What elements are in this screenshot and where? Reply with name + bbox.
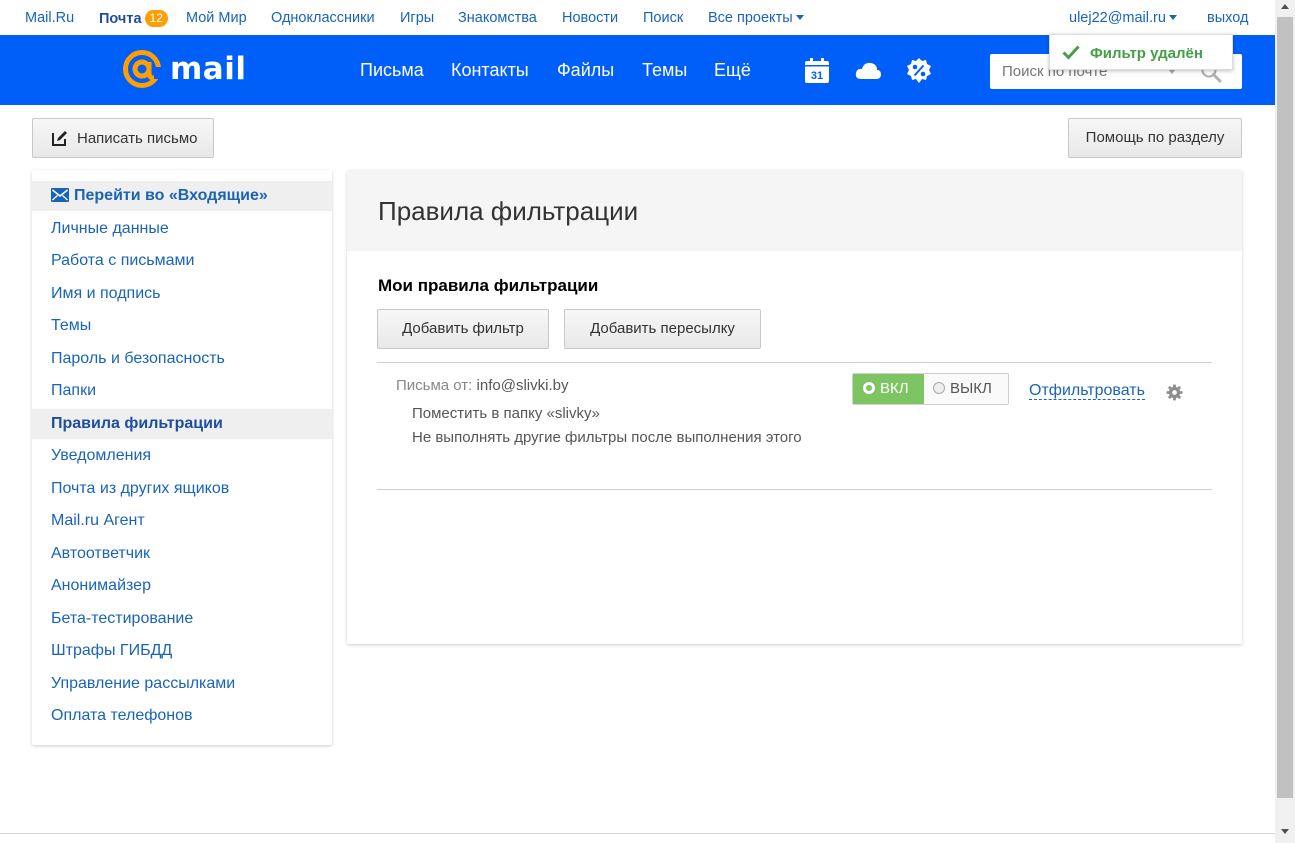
- nav-contacts[interactable]: Контакты: [451, 60, 529, 81]
- compose-button[interactable]: Написать письмо: [32, 118, 214, 158]
- add-forward-button[interactable]: Добавить пересылку: [564, 309, 761, 349]
- discount-icon[interactable]: [905, 57, 933, 85]
- sidebar-item-anonymizer[interactable]: Анонимайзер: [32, 571, 332, 601]
- rule-toggle: ВКЛ ВЫКЛ: [852, 373, 1009, 405]
- section-help-button[interactable]: Помощь по разделу: [1068, 118, 1242, 158]
- user-menu[interactable]: ulej22@mail.ru: [1069, 10, 1177, 26]
- toggle-on-label: ВКЛ: [880, 380, 909, 397]
- portal-link-games[interactable]: Игры: [400, 10, 434, 26]
- sidebar-item-traffic-fines[interactable]: Штрафы ГИБДД: [32, 636, 332, 666]
- sidebar-item-personal-data[interactable]: Личные данные: [32, 214, 332, 244]
- envelope-icon: [51, 188, 69, 202]
- radio-empty-icon: [933, 382, 945, 394]
- scroll-thumb[interactable]: [1277, 17, 1293, 798]
- portal-link-news[interactable]: Новости: [562, 10, 618, 26]
- rule-action-stop: Не выполнять другие фильтры после выполн…: [412, 429, 802, 446]
- portal-link-search[interactable]: Поиск: [643, 10, 683, 26]
- divider: [377, 489, 1212, 490]
- filter-rules-panel: Правила фильтрации Мои правила фильтраци…: [347, 170, 1242, 644]
- filter-deleted-toast: Фильтр удалён: [1049, 34, 1233, 70]
- page-scrollbar[interactable]: [1275, 0, 1295, 843]
- portal-bar: Mail.Ru Почта 12 Мой Мир Одноклассники Иг…: [0, 0, 1275, 35]
- calendar-icon[interactable]: 31: [803, 57, 831, 85]
- sidebar-item-name-signature[interactable]: Имя и подпись: [32, 279, 332, 309]
- checkmark-icon: [1062, 45, 1080, 60]
- sidebar-item-phone-payment[interactable]: Оплата телефонов: [32, 701, 332, 731]
- sidebar-item-mail-handling[interactable]: Работа с письмами: [32, 246, 332, 276]
- sidebar-item-newsletters[interactable]: Управление рассылками: [32, 669, 332, 699]
- go-to-inbox-link[interactable]: Перейти во «Входящие»: [32, 181, 332, 211]
- logout-link[interactable]: выход: [1207, 10, 1248, 26]
- nav-letters[interactable]: Письма: [360, 60, 424, 81]
- all-projects-label: Все проекты: [708, 10, 793, 26]
- nav-themes[interactable]: Темы: [642, 60, 687, 81]
- scroll-down-arrow-icon[interactable]: [1281, 829, 1289, 834]
- add-filter-button[interactable]: Добавить фильтр: [377, 309, 549, 349]
- settings-sidebar: Перейти во «Входящие» Личные данные Рабо…: [32, 170, 332, 745]
- toast-text: Фильтр удалён: [1090, 45, 1203, 62]
- unread-badge: 12: [144, 10, 168, 27]
- page-title: Правила фильтрации: [378, 196, 639, 226]
- chevron-down-icon: [1168, 15, 1177, 20]
- portal-link-ok[interactable]: Одноклассники: [271, 10, 375, 26]
- rule-action-move: Поместить в папку «slivky»: [412, 405, 600, 422]
- rule-condition: Письма от: info@slivki.by: [396, 377, 568, 394]
- compose-label: Написать письмо: [77, 130, 198, 147]
- gear-icon[interactable]: [1166, 384, 1183, 401]
- my-rules-heading: Мои правила фильтрации: [378, 276, 599, 295]
- sidebar-item-autoresponder[interactable]: Автоответчик: [32, 539, 332, 569]
- portal-link-myworld[interactable]: Мой Мир: [186, 10, 247, 26]
- footer-divider: [0, 833, 1275, 834]
- portal-link-dating[interactable]: Знакомства: [458, 10, 537, 26]
- compose-pen-icon: [52, 131, 67, 146]
- toggle-on-button[interactable]: ВКЛ: [853, 374, 924, 404]
- mail-logo[interactable]: mail: [122, 49, 246, 89]
- nav-more[interactable]: Ещё: [714, 60, 751, 81]
- sidebar-item-other-mailboxes[interactable]: Почта из других ящиков: [32, 474, 332, 504]
- panel-header: Правила фильтрации: [347, 170, 1242, 251]
- sidebar-item-themes[interactable]: Темы: [32, 311, 332, 341]
- portal-link-mailru[interactable]: Mail.Ru: [25, 10, 74, 26]
- divider: [377, 362, 1212, 363]
- scroll-up-arrow-icon[interactable]: [1281, 4, 1289, 9]
- go-to-inbox-label: Перейти во «Входящие»: [74, 187, 268, 204]
- rule-from-value: info@slivki.by: [476, 377, 569, 394]
- toggle-off-button[interactable]: ВЫКЛ: [924, 374, 1009, 404]
- sidebar-item-beta-testing[interactable]: Бета-тестирование: [32, 604, 332, 634]
- apply-filter-link[interactable]: Отфильтровать: [1029, 382, 1145, 400]
- nav-files[interactable]: Файлы: [557, 60, 614, 81]
- sidebar-item-notifications[interactable]: Уведомления: [32, 441, 332, 471]
- logo-text: mail: [170, 51, 247, 87]
- sidebar-item-filter-rules[interactable]: Правила фильтрации: [32, 409, 332, 439]
- at-sign-icon: [123, 50, 162, 88]
- toggle-off-label: ВЫКЛ: [950, 380, 992, 397]
- radio-selected-icon: [863, 382, 875, 394]
- sidebar-item-folders[interactable]: Папки: [32, 376, 332, 406]
- portal-link-all-projects[interactable]: Все проекты: [708, 10, 804, 26]
- sidebar-item-agent[interactable]: Mail.ru Агент: [32, 506, 332, 536]
- sidebar-item-password-security[interactable]: Пароль и безопасность: [32, 344, 332, 374]
- rule-from-label: Письма от:: [396, 377, 473, 394]
- portal-link-mail[interactable]: Почта 12: [99, 10, 168, 27]
- cloud-icon[interactable]: [854, 57, 882, 85]
- portal-link-mail-label: Почта: [99, 11, 142, 27]
- chevron-down-icon: [795, 15, 804, 20]
- user-email: ulej22@mail.ru: [1069, 10, 1166, 26]
- calendar-day: 31: [811, 70, 823, 82]
